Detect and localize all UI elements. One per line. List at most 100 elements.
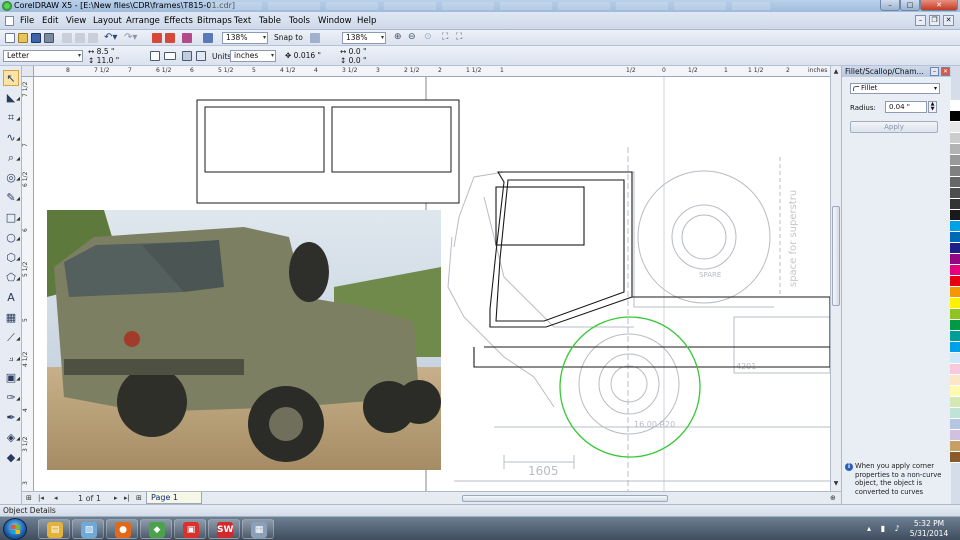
import-icon[interactable]	[152, 33, 162, 43]
taskbar-solidworks-button[interactable]: SW	[208, 519, 240, 539]
color-swatch[interactable]	[950, 210, 960, 221]
color-swatch[interactable]	[950, 199, 960, 210]
cut-icon[interactable]	[62, 33, 72, 43]
open-folder-icon[interactable]	[18, 33, 28, 43]
page-width-field[interactable]: ↔ 8.5 "	[88, 47, 114, 56]
save-icon[interactable]	[31, 33, 41, 43]
color-swatch[interactable]	[950, 342, 960, 353]
text-tool-icon[interactable]: A	[3, 290, 19, 306]
color-swatch[interactable]	[950, 188, 960, 199]
zoom-selected-icon[interactable]: ⊙	[424, 32, 432, 42]
radius-input[interactable]: 0.04 "	[885, 101, 927, 113]
color-swatch[interactable]	[950, 122, 960, 133]
navigator-icon[interactable]: ⊕	[830, 494, 836, 502]
close-button[interactable]: ✕	[920, 0, 958, 11]
truck-photo[interactable]	[47, 210, 441, 470]
menu-file[interactable]: File	[20, 16, 34, 26]
color-swatch[interactable]	[950, 331, 960, 342]
smart-fill-tool-icon[interactable]: ◎ ◢	[3, 170, 20, 186]
color-swatch[interactable]	[950, 397, 960, 408]
crop-tool-icon[interactable]: ⌗ ◢	[3, 110, 20, 126]
current-page-icon[interactable]	[196, 51, 206, 61]
scroll-up-icon[interactable]: ▲	[832, 68, 840, 76]
color-swatch[interactable]	[950, 353, 960, 364]
color-swatch[interactable]	[950, 386, 960, 397]
connector-tool-icon[interactable]: ⟓ ◢	[3, 350, 20, 366]
color-swatch[interactable]	[950, 133, 960, 144]
color-swatch[interactable]	[950, 287, 960, 298]
color-swatch[interactable]	[950, 243, 960, 254]
zoom-level-select[interactable]: 138% ▾	[222, 32, 268, 44]
menu-tools[interactable]: Tools	[289, 16, 310, 26]
color-swatch[interactable]	[950, 265, 960, 276]
color-swatch[interactable]	[950, 221, 960, 232]
interactive-fill-tool-icon[interactable]: ◆ ◢	[3, 450, 20, 466]
shape-tool-icon[interactable]: ◣ ◢	[3, 90, 20, 106]
eyedropper-tool-icon[interactable]: ✑ ◢	[3, 390, 20, 406]
doc-restore-icon[interactable]: ❐	[929, 15, 940, 26]
artistic-media-tool-icon[interactable]: ✎ ◢	[3, 190, 20, 206]
landscape-icon[interactable]	[164, 52, 176, 60]
vertical-scrollbar[interactable]: ▲ ▼	[830, 66, 841, 491]
frame-left-rectangle[interactable]	[204, 106, 325, 173]
color-swatch[interactable]	[950, 232, 960, 243]
new-document-icon[interactable]	[5, 33, 15, 43]
traced-cab-outline[interactable]	[473, 171, 830, 368]
color-swatch[interactable]	[950, 320, 960, 331]
table-tool-icon[interactable]: ▦	[3, 310, 19, 326]
first-page-arrow-icon[interactable]: |◂	[38, 494, 44, 502]
redo-icon[interactable]: ↷▾	[124, 32, 137, 43]
doc-minimize-icon[interactable]: –	[915, 15, 926, 26]
dimension-tool-icon[interactable]: ⟋ ◢	[3, 330, 20, 346]
export-icon[interactable]	[165, 33, 175, 43]
duplicate-distance-y[interactable]: ↕ 0.0 "	[340, 56, 366, 65]
color-swatch[interactable]	[950, 441, 960, 452]
color-swatch[interactable]	[950, 111, 960, 122]
menu-effects[interactable]: Effects	[164, 16, 193, 26]
system-clock[interactable]: 5:32 PM 5/31/2014	[906, 519, 952, 539]
color-swatch[interactable]	[950, 452, 960, 463]
horizontal-scroll-thumb[interactable]	[462, 495, 668, 502]
drawing-svg[interactable]: SPARE space for superstru 1605 4201 16,0…	[34, 77, 830, 491]
network-icon[interactable]: ▮	[878, 524, 888, 534]
color-swatch[interactable]	[950, 177, 960, 188]
color-swatch[interactable]	[950, 408, 960, 419]
rectangle-tool-icon[interactable]: □ ◢	[3, 210, 20, 226]
corner-operation-select[interactable]: Fillet ▾	[850, 83, 940, 94]
menu-bitmaps[interactable]: Bitmaps	[197, 16, 232, 26]
apply-button[interactable]: Apply	[850, 121, 938, 133]
color-swatch[interactable]	[950, 364, 960, 375]
color-swatch[interactable]	[950, 155, 960, 166]
taskbar-calculator-button[interactable]: ▦	[242, 519, 274, 539]
first-page-icon[interactable]: ⊞	[26, 494, 32, 502]
menu-view[interactable]: View	[66, 16, 86, 26]
drawing-canvas[interactable]: SPARE space for superstru 1605 4201 16,0…	[34, 77, 830, 491]
zoom-in-icon[interactable]: ⊕	[394, 32, 402, 42]
color-swatch[interactable]	[950, 100, 960, 111]
color-swatch[interactable]	[950, 419, 960, 430]
menu-window[interactable]: Window	[318, 16, 352, 26]
ruler-origin-corner[interactable]	[22, 66, 34, 77]
frame-right-rectangle[interactable]	[331, 106, 452, 173]
menu-table[interactable]: Table	[259, 16, 281, 26]
nudge-distance-field[interactable]: ✥ 0.016 "	[285, 51, 321, 60]
undo-icon[interactable]: ↶▾	[104, 32, 117, 43]
zoom-page-icon[interactable]: ⛶	[456, 32, 462, 42]
units-select[interactable]: inches ▾	[230, 50, 276, 62]
page-height-field[interactable]: ↕ 11.0 "	[88, 56, 119, 65]
color-palette[interactable]	[950, 100, 960, 490]
doc-close-icon[interactable]: ✕	[943, 15, 954, 26]
horizontal-ruler[interactable]: 8 7 1/2 7 6 1/2 6 5 1/2 5 4 1/2 4 3 1/2 …	[22, 66, 830, 77]
color-swatch[interactable]	[950, 166, 960, 177]
fill-tool-icon[interactable]: ◈ ◢	[3, 430, 20, 446]
zoom-out-icon[interactable]: ⊖	[408, 32, 416, 42]
previous-page-icon[interactable]: ◂	[54, 494, 58, 502]
polygon-tool-icon[interactable]: ⬡ ◢	[3, 250, 20, 266]
basic-shapes-tool-icon[interactable]: ⬠ ◢	[3, 270, 20, 286]
color-swatch[interactable]	[950, 375, 960, 386]
snap-to-menu[interactable]: Snap to	[274, 33, 303, 42]
menu-arrange[interactable]: Arrange	[126, 16, 160, 26]
freehand-tool-icon[interactable]: ∿ ◢	[3, 130, 20, 146]
coreldraw-app-icon[interactable]	[2, 1, 12, 11]
docker-dock-icon[interactable]: –	[930, 67, 939, 76]
